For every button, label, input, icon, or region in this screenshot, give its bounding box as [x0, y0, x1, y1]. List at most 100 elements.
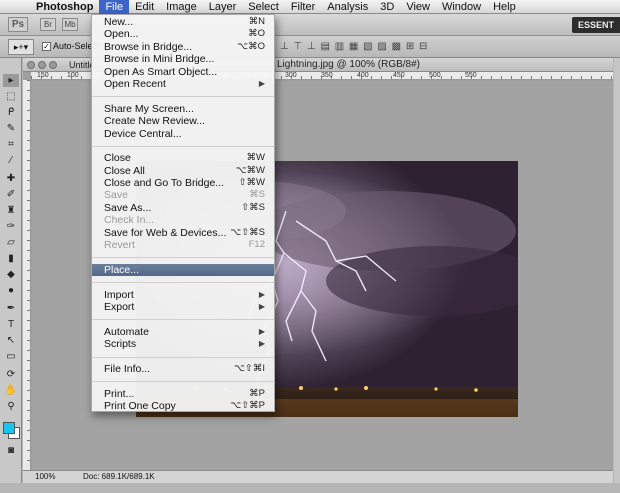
menu-image[interactable]: Image	[160, 0, 203, 14]
file-menu: New... ⌘N Open... ⌘O Browse in Bridge... ⌥⌘O B…	[91, 14, 275, 412]
menu-item-revert: Revert F12	[92, 239, 274, 251]
menu-photoshop[interactable]: Photoshop	[28, 0, 99, 14]
marquee-tool-icon[interactable]: ⬚	[3, 90, 19, 103]
menu-item-label: Import	[104, 288, 134, 301]
dodge-tool-icon[interactable]: ●	[3, 284, 19, 297]
bridge-button[interactable]: Br	[40, 18, 56, 31]
menu-item-close-and-go-to-bridge[interactable]: Close and Go To Bridge... ⇧⌘W	[92, 177, 274, 189]
menu-item-shortcut: ⌘N	[248, 16, 265, 27]
menu-item-label: Device Central...	[104, 127, 182, 140]
menu-item-scripts[interactable]: Scripts ▶	[92, 338, 274, 350]
menu-item-shortcut: F12	[248, 239, 265, 251]
blur-tool-icon[interactable]: ◆	[3, 268, 19, 281]
menu-analysis[interactable]: Analysis	[321, 0, 374, 14]
menu-item-label: Create New Review...	[104, 115, 205, 128]
menu-item-label: File Info...	[104, 362, 151, 375]
gradient-tool-icon[interactable]: ▮	[3, 252, 19, 265]
menu-item-automate[interactable]: Automate ▶	[92, 326, 274, 338]
close-window-icon[interactable]	[27, 61, 35, 69]
brush-tool-icon[interactable]: ✐	[3, 188, 19, 201]
zoom-window-icon[interactable]	[49, 61, 57, 69]
tools-panel: ▸ ⬚ ᑭ ✎ ⌗ ⁄ ✚ ✐ ♜ ✑ ▱ ▮ ◆ ● ✒ T ↖ ▭ ⟳ ✋ …	[0, 58, 22, 483]
menu-item-label: Close and Go To Bridge...	[104, 177, 225, 190]
menu-separator	[92, 251, 274, 263]
submenu-arrow-icon: ▶	[258, 339, 265, 349]
type-tool-icon[interactable]: T	[3, 318, 19, 331]
hand-tool-icon[interactable]: ✋	[3, 384, 19, 397]
menu-item-create-new-review[interactable]: Create New Review...	[92, 115, 274, 127]
clone-stamp-tool-icon[interactable]: ♜	[3, 204, 19, 217]
lasso-tool-icon[interactable]: ᑭ	[3, 106, 19, 119]
menu-item-new[interactable]: New... ⌘N	[92, 16, 274, 28]
document-size[interactable]: Doc: 689.1K/689.1K	[83, 471, 155, 483]
auto-select-checkbox[interactable]: ✓	[42, 42, 51, 51]
foreground-color-swatch[interactable]	[3, 422, 15, 434]
mini-bridge-button[interactable]: Mb	[62, 18, 78, 31]
menu-item-import[interactable]: Import ▶	[92, 289, 274, 301]
menu-item-open[interactable]: Open... ⌘O	[92, 28, 274, 40]
menu-item-label: Check In...	[104, 214, 155, 227]
path-selection-tool-icon[interactable]: ↖	[3, 334, 19, 347]
menu-bar: Photoshop File Edit Image Layer Select F…	[0, 0, 620, 14]
menu-item-save-as[interactable]: Save As... ⇧⌘S	[92, 202, 274, 214]
pen-tool-icon[interactable]: ✒	[3, 302, 19, 315]
zoom-tool-icon[interactable]: ⚲	[3, 400, 19, 413]
menu-item-share-my-screen[interactable]: Share My Screen...	[92, 103, 274, 115]
menu-item-label: Revert	[104, 239, 135, 252]
menu-edit[interactable]: Edit	[129, 0, 160, 14]
quick-select-tool-icon[interactable]: ✎	[3, 122, 19, 135]
menu-item-browse-in-mini-bridge[interactable]: Browse in Mini Bridge...	[92, 53, 274, 65]
shape-tool-icon[interactable]: ▭	[3, 350, 19, 363]
align-distribute-icons[interactable]: ⊥ ⊤ ⊥ ▤ ▥ ▦ ▧ ▨ ▩ ⊞ ⊟	[280, 41, 428, 52]
menu-item-close-all[interactable]: Close All ⌥⌘W	[92, 165, 274, 177]
menu-item-print-one-copy[interactable]: Print One Copy ⌥⇧⌘P	[92, 400, 274, 412]
menu-filter[interactable]: Filter	[285, 0, 321, 14]
move-tool-preset-picker[interactable]: ▸+▾	[8, 39, 34, 55]
menu-help[interactable]: Help	[487, 0, 522, 14]
menu-item-label: Open As Smart Object...	[104, 65, 218, 78]
menu-item-place[interactable]: Place...	[92, 263, 274, 277]
menu-file[interactable]: File	[99, 0, 130, 14]
menu-separator	[92, 375, 274, 387]
menu-item-shortcut: ⌥⌘O	[237, 40, 265, 52]
menu-item-shortcut: ⌥⇧⌘I	[233, 362, 265, 374]
healing-brush-tool-icon[interactable]: ✚	[3, 172, 19, 185]
minimize-window-icon[interactable]	[38, 61, 46, 69]
menu-item-save-for-web-devices[interactable]: Save for Web & Devices... ⌥⇧⌘S	[92, 227, 274, 239]
menu-separator	[92, 313, 274, 325]
menu-item-label: Open Recent	[104, 77, 166, 90]
menu-item-shortcut: ⌘P	[249, 387, 265, 399]
zoom-level[interactable]: 100%	[35, 471, 55, 483]
status-bar: 100% Doc: 689.1K/689.1K	[23, 470, 613, 483]
crop-tool-icon[interactable]: ⌗	[3, 138, 19, 151]
menu-view[interactable]: View	[400, 0, 436, 14]
menu-window[interactable]: Window	[436, 0, 487, 14]
menu-layer[interactable]: Layer	[203, 0, 243, 14]
menu-item-file-info[interactable]: File Info... ⌥⇧⌘I	[92, 363, 274, 375]
history-brush-tool-icon[interactable]: ✑	[3, 220, 19, 233]
submenu-arrow-icon: ▶	[258, 326, 265, 336]
menu-item-print[interactable]: Print... ⌘P	[92, 388, 274, 400]
menu-item-browse-in-bridge[interactable]: Browse in Bridge... ⌥⌘O	[92, 41, 274, 53]
eyedropper-tool-icon[interactable]: ⁄	[3, 154, 19, 167]
3d-rotate-tool-icon[interactable]: ⟳	[3, 368, 19, 381]
menu-item-label: Export	[104, 300, 135, 313]
eraser-tool-icon[interactable]: ▱	[3, 236, 19, 249]
move-tool-icon[interactable]: ▸	[3, 74, 19, 87]
menu-item-shortcut: ⇧⌘W	[238, 177, 265, 189]
menu-item-close[interactable]: Close ⌘W	[92, 152, 274, 164]
vertical-scrollbar[interactable]	[614, 58, 620, 483]
submenu-arrow-icon: ▶	[258, 78, 265, 88]
menu-item-open-recent[interactable]: Open Recent ▶	[92, 78, 274, 90]
menu-item-shortcut: ⌥⇧⌘S	[230, 226, 265, 238]
menu-item-export[interactable]: Export ▶	[92, 301, 274, 313]
menu-3d[interactable]: 3D	[374, 0, 400, 14]
vertical-ruler[interactable]	[23, 80, 31, 470]
tab-lightning[interactable]: Lightning.jpg @ 100% (RGB/8#)	[277, 58, 477, 72]
workspace-switcher[interactable]: ESSENT	[571, 17, 620, 33]
menu-item-open-as-smart-object[interactable]: Open As Smart Object...	[92, 66, 274, 78]
menu-item-label: Browse in Mini Bridge...	[104, 53, 215, 66]
quick-mask-icon[interactable]: ◙	[3, 444, 19, 457]
menu-item-device-central[interactable]: Device Central...	[92, 128, 274, 140]
menu-select[interactable]: Select	[242, 0, 285, 14]
